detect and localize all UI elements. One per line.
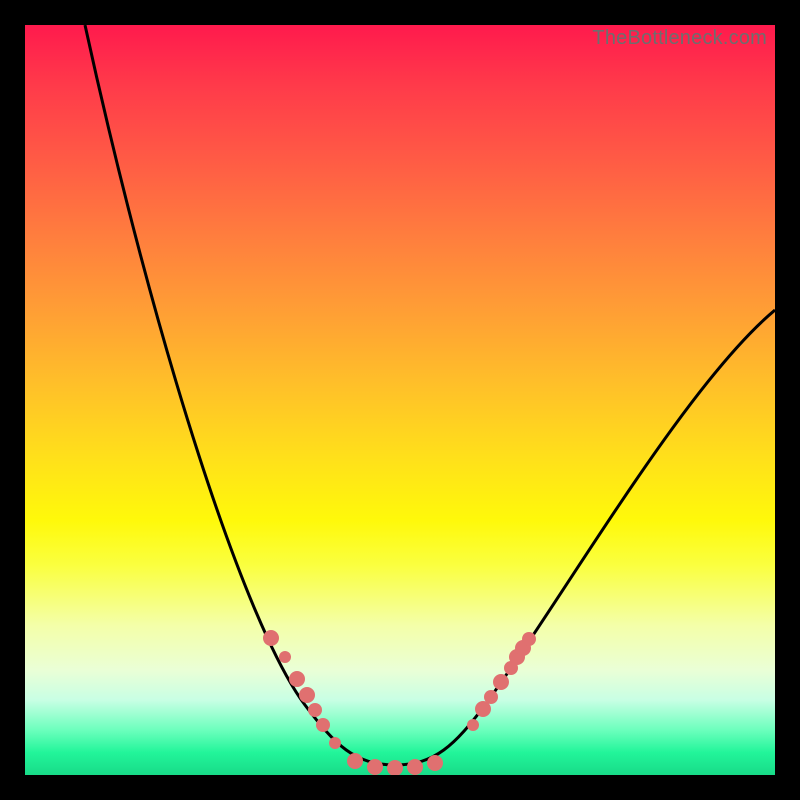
sample-dot <box>279 651 291 663</box>
sample-dot <box>367 759 383 775</box>
sample-dot <box>347 753 363 769</box>
sample-dot <box>289 671 305 687</box>
sample-dot <box>493 674 509 690</box>
sample-dots-layer <box>25 25 775 775</box>
sample-dot <box>387 760 403 775</box>
sample-dot <box>263 630 279 646</box>
sample-dot <box>329 737 341 749</box>
sample-dot <box>484 690 498 704</box>
sample-dot <box>299 687 315 703</box>
sample-dot <box>467 719 479 731</box>
sample-dot <box>308 703 322 717</box>
chart-frame: TheBottleneck.com <box>25 25 775 775</box>
watermark-text: TheBottleneck.com <box>592 27 767 50</box>
sample-dot <box>427 755 443 771</box>
sample-dot <box>522 632 536 646</box>
sample-dots <box>263 630 536 775</box>
sample-dot <box>407 759 423 775</box>
sample-dot <box>316 718 330 732</box>
plot-area <box>25 25 775 775</box>
